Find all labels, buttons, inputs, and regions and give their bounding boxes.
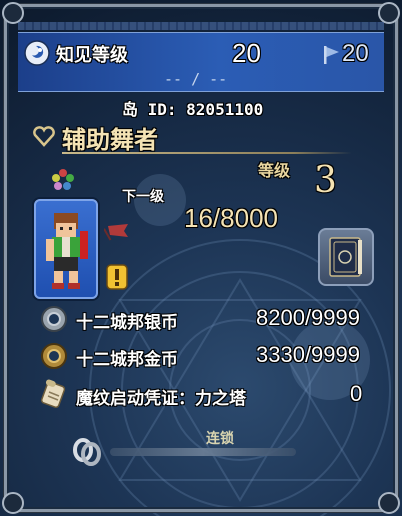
spellbook-button[interactable] [318, 228, 374, 286]
header-title: 知见等级 [56, 45, 128, 66]
item-count: 8200/9999 [256, 305, 360, 330]
frame-corner-ornament [2, 492, 24, 514]
next-level-label: 下一级 [122, 189, 164, 205]
frame-corner-ornament [378, 2, 400, 24]
knowledge-level-value: 20 [232, 38, 261, 68]
header-ornament-stripe [18, 22, 384, 30]
status-panel: 知见等级 20 20 -- / -- 岛 ID: 82051100 辅助舞者 等… [0, 0, 402, 516]
gold-coin-icon [41, 343, 67, 369]
item-name: 十二城邦金币 [76, 350, 178, 370]
item-name: 魔纹启动凭证：力之塔 [76, 389, 246, 409]
dancer-sprite-icon [46, 213, 88, 289]
crystal-cluster-icon [52, 169, 74, 190]
flag-icon [324, 46, 339, 64]
job-exp-value: 16/8000 [184, 203, 278, 233]
item-count: 0 [350, 381, 363, 406]
alert-icon[interactable] [106, 264, 128, 290]
dancer-heart-icon [33, 126, 55, 147]
job-underline [62, 152, 352, 154]
item-count: 3330/9999 [256, 342, 360, 367]
frame-corner-ornament [2, 2, 24, 24]
chain-gauge [110, 448, 296, 456]
item-name: 十二城邦银币 [76, 313, 178, 333]
job-name: 辅助舞者 [62, 126, 158, 154]
frame-corner-ornament [378, 492, 400, 514]
chain-link-icon [73, 438, 101, 466]
scroll-icon [40, 379, 66, 408]
knowledge-progress: -- / -- [164, 70, 228, 88]
character-portrait[interactable] [34, 199, 98, 299]
silver-coin-icon [41, 306, 67, 332]
island-id: 岛 ID: 82051100 [122, 100, 264, 119]
flag-level-value: 20 [342, 40, 369, 67]
job-level-label: 等级 [258, 161, 291, 180]
job-level-value: 3 [314, 160, 337, 201]
spellbook-icon [329, 237, 362, 277]
chain-label: 连锁 [206, 431, 234, 447]
knowledge-orb-icon [24, 40, 50, 66]
red-flag-icon [104, 224, 128, 241]
